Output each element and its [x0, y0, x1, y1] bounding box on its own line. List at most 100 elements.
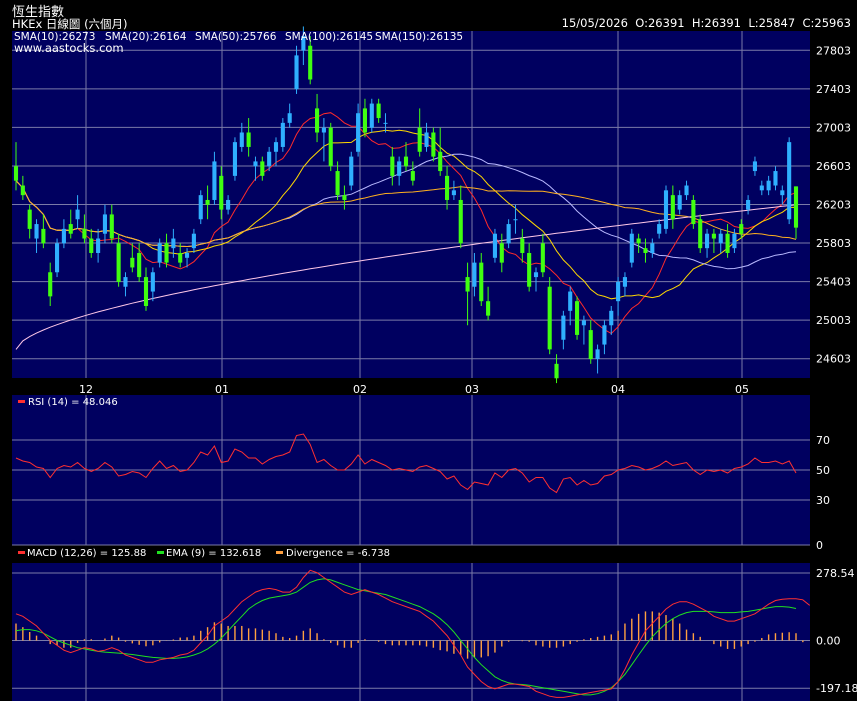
- candle-body: [219, 175, 224, 210]
- candle-body: [356, 113, 361, 152]
- candle-body: [55, 243, 60, 273]
- candle-body: [424, 132, 429, 147]
- candle-body: [13, 166, 19, 181]
- candle-body: [636, 238, 641, 244]
- price-y-tick: 27803: [816, 44, 851, 57]
- rsi-y-tick: 70: [816, 434, 830, 447]
- candle-body: [20, 185, 25, 196]
- rsi-legend-swatch: [18, 400, 25, 403]
- candle-body: [328, 127, 333, 167]
- x-tick-label: 12: [79, 383, 93, 396]
- candle-body: [397, 161, 402, 176]
- candle-body: [253, 161, 258, 167]
- x-tick-label: 02: [353, 383, 367, 396]
- candle-body: [698, 219, 703, 249]
- candle-body: [465, 277, 470, 292]
- candle-body: [629, 233, 634, 263]
- candle-body: [533, 272, 539, 278]
- candle-body: [711, 233, 716, 239]
- candle-body: [143, 277, 149, 306]
- candle-body: [540, 243, 545, 273]
- candle-body: [486, 301, 491, 316]
- candle-body: [554, 363, 559, 379]
- candle-body: [239, 132, 244, 147]
- candle-body: [260, 161, 265, 176]
- candle-body: [178, 252, 183, 263]
- candle-body: [27, 209, 32, 229]
- panel-bg-3: [12, 563, 810, 701]
- candle-body: [342, 195, 347, 200]
- candle-body: [164, 243, 169, 263]
- candle-body: [595, 349, 600, 360]
- candle-body: [581, 320, 586, 326]
- candle-body: [622, 277, 627, 287]
- candle-body: [431, 132, 436, 157]
- price-y-tick: 25003: [816, 314, 851, 327]
- candle-body: [458, 199, 463, 244]
- x-tick-label: 04: [611, 383, 625, 396]
- macd-y-tick: -197.18: [816, 682, 857, 695]
- x-tick-label: 05: [735, 383, 749, 396]
- sma-legend-4: SMA(100):26145: [285, 31, 373, 43]
- watermark: www.aastocks.com: [14, 41, 124, 55]
- candle-body: [547, 286, 552, 350]
- price-y-tick: 25403: [816, 276, 851, 289]
- candle-body: [191, 233, 196, 249]
- candle-body: [308, 45, 313, 80]
- candle-body: [609, 310, 614, 326]
- candle-body: [61, 228, 66, 244]
- candle-body: [75, 209, 80, 220]
- candle-body: [369, 103, 374, 128]
- candle-body: [267, 151, 272, 167]
- candle-body: [499, 243, 504, 263]
- candle-body: [479, 262, 484, 302]
- rsi-legend: RSI (14) = 48.046: [28, 397, 118, 408]
- candle-body: [89, 238, 94, 253]
- candle-body: [643, 248, 648, 253]
- candle-body: [602, 325, 607, 345]
- rsi-y-tick: 30: [816, 494, 830, 507]
- sma-legend-5: SMA(150):26135: [375, 31, 463, 43]
- macd-legend-swatch: [18, 551, 25, 554]
- candle-body: [705, 233, 710, 249]
- candle-body: [273, 142, 279, 152]
- candle-body: [438, 151, 443, 172]
- candle-body: [205, 199, 210, 205]
- price-y-tick: 27003: [816, 121, 851, 134]
- candle-body: [472, 262, 477, 287]
- price-y-tick: 27403: [816, 83, 851, 96]
- candle-body: [41, 228, 46, 244]
- candle-body: [376, 103, 381, 119]
- candle-body: [780, 190, 785, 196]
- candle-body: [527, 252, 532, 287]
- candle-body: [410, 171, 415, 181]
- x-tick-label: 01: [215, 383, 229, 396]
- stock-chart: 27803 27403 27003 26603 26203 25803 25403 25003…: [12, 26, 857, 701]
- candle-body: [212, 161, 217, 200]
- candle-body: [335, 171, 340, 196]
- price-y-tick: 24603: [816, 353, 851, 366]
- candle-body: [96, 238, 101, 253]
- candle-body: [520, 238, 525, 253]
- candle-body: [68, 224, 73, 234]
- candle-body: [752, 161, 757, 172]
- candle-body: [492, 233, 497, 258]
- candle-body: [403, 156, 409, 167]
- candle-body: [677, 195, 682, 210]
- candle-body: [663, 190, 669, 229]
- macd-y-tick: 0.00: [816, 634, 841, 647]
- candle-body: [280, 122, 285, 147]
- candle-body: [684, 185, 689, 196]
- sma-legend-3: SMA(50):25766: [195, 31, 277, 43]
- candle-body: [102, 214, 107, 234]
- candle-body: [657, 224, 662, 234]
- macd-y-tick: 278.54: [816, 567, 855, 580]
- candle-body: [575, 301, 580, 335]
- candle-body: [171, 238, 176, 249]
- candle-body: [130, 257, 135, 268]
- candle-body: [691, 199, 696, 225]
- candle-body: [773, 171, 778, 186]
- macd-legend: MACD (12,26) = 125.88: [27, 548, 146, 559]
- candle-body: [766, 180, 771, 191]
- candle-body: [48, 272, 53, 297]
